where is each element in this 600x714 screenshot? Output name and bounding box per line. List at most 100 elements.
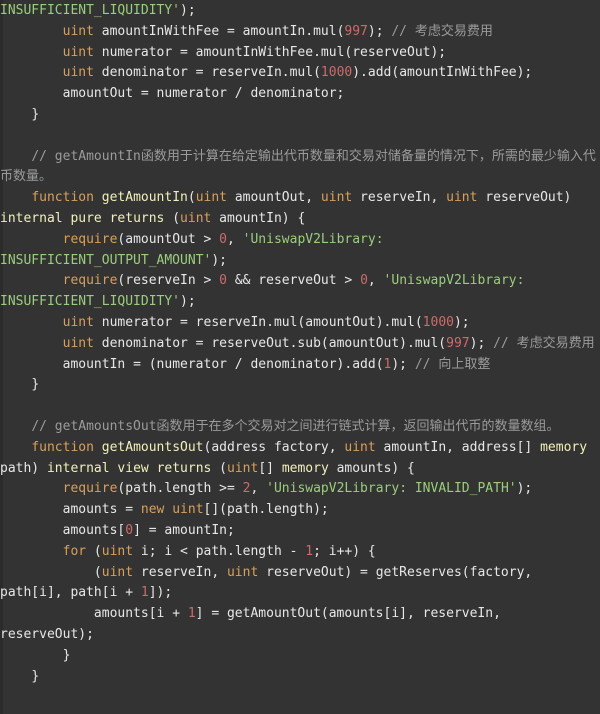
code-line: uint denominator = reserveOut.sub(amount… (0, 334, 600, 355)
code-token-num: 1 (305, 543, 314, 559)
code-token-plain: ); (180, 294, 196, 310)
code-token-mod: pure (70, 210, 102, 226)
code-token-kw: uint (62, 65, 94, 81)
code-token-plain: amounts) { (328, 460, 415, 476)
code-token-kw: for (62, 543, 87, 559)
code-token-plain: amounts = (0, 502, 141, 518)
code-token-plain: denominator = reserveOut.sub(amountOut).… (93, 335, 447, 351)
code-token-num: 1000 (422, 314, 454, 330)
code-token-num: 0 (360, 273, 368, 289)
code-token-kw: uint (62, 314, 94, 330)
code-token-kw: function (31, 190, 94, 206)
code-token-plain: amountInWithFee = amountIn.mul( (93, 23, 345, 39)
code-line: // getAmountIn函数用于计算在给定输出代币数量和交易对储备量的情况下… (0, 147, 600, 189)
code-token-kw: require (62, 481, 118, 497)
code-line: // getAmountsOut函数用于在多个交易对之间进行链式计算，返回输出代… (0, 417, 600, 438)
code-token-plain: , (367, 273, 384, 289)
code-token-cmt: // (493, 335, 517, 351)
code-lines-container[interactable]: INSUFFICIENT_LIQUIDITY'); uint amountInW… (0, 0, 600, 687)
code-token-plain: (amountOut > (117, 231, 220, 247)
code-token-plain: , (250, 481, 267, 497)
code-token-plain: amounts[ (0, 522, 126, 538)
code-token-plain: (reserveIn > (117, 273, 220, 289)
code-token-kw: uint (172, 502, 204, 518)
code-line: amounts[0] = amountIn; (0, 521, 600, 542)
code-token-kw: new (140, 502, 165, 518)
code-line: uint amountInWithFee = amountIn.mul(997)… (0, 22, 600, 43)
code-line: amountIn = (numerator / denominator).add… (0, 355, 600, 376)
code-token-num: 1000 (320, 65, 353, 81)
code-token-plain: } (0, 647, 71, 663)
code-token-plain: ] = amountIn; (133, 522, 235, 538)
code-token-kw: uint (446, 190, 478, 206)
code-token-kw: uint (195, 190, 227, 206)
code-token-plain: ]); (148, 585, 173, 601)
code-line: amounts = new uint[](path.length); (0, 500, 600, 521)
code-token-num: 0 (125, 522, 134, 538)
code-line: require(reserveIn > 0 && reserveOut > 0,… (0, 271, 600, 313)
code-token-str: INSUFFICIENT_LIQUIDITY' (0, 3, 181, 18)
code-token-plain: amountIn, address[] (375, 439, 541, 455)
code-token-cmt-cjk: 考虑交易费用 (516, 335, 595, 351)
code-token-plain: ); (391, 356, 415, 372)
code-token-cmt-cjk: 函数用于在多个交易对之间进行链式计算，返回输出代币的数量数组。 (156, 418, 560, 434)
code-token-mod: returns (109, 210, 165, 226)
code-token-plain: ( (86, 543, 102, 559)
code-token-plain: ( (187, 190, 196, 206)
code-token-num: 997 (446, 335, 470, 351)
code-token-cmt: // (414, 356, 439, 372)
code-token-fn: getAmountIn (101, 190, 188, 206)
code-line: function getAmountsOut(address factory, … (0, 438, 600, 480)
code-token-plain: && reserveOut > (227, 273, 361, 289)
code-token-kw: uint (227, 460, 259, 476)
code-line: function getAmountIn(uint amountOut, uin… (0, 188, 600, 230)
code-token-cmt: // getAmountsOut (0, 418, 157, 434)
code-line: amounts[i + 1] = getAmountOut(amounts[i]… (0, 604, 600, 646)
code-token-kw: uint (320, 190, 353, 206)
code-line: } (0, 667, 600, 688)
code-token-kw: function (31, 439, 94, 455)
code-token-str: 'UniswapV2Library: INVALID_PATH' (266, 481, 517, 497)
code-block[interactable]: INSUFFICIENT_LIQUIDITY'); uint amountInW… (0, 0, 600, 714)
code-token-kw: uint (101, 564, 134, 580)
code-token-num: 1 (187, 606, 196, 622)
code-token-kw: uint (62, 335, 94, 351)
code-token-plain: ); (453, 314, 470, 330)
code-token-cmt-cjk: 向上取整 (438, 356, 491, 372)
code-token-plain: (address factory, (203, 439, 345, 455)
code-token-num: 0 (219, 231, 227, 247)
code-line: } (0, 375, 600, 396)
code-token-plain: ( (211, 460, 228, 476)
code-line: uint numerator = amountInWithFee.mul(res… (0, 43, 600, 64)
code-token-plain: ( (164, 210, 181, 226)
code-token-plain: } (0, 668, 40, 684)
code-token-plain: } (0, 106, 40, 122)
code-token-plain: numerator = amountInWithFee.mul(reserveO… (93, 44, 447, 60)
code-line: (uint reserveIn, uint reserveOut) = getR… (0, 563, 600, 605)
code-token-plain: reserveIn, (133, 564, 227, 580)
code-token-plain: ); (367, 23, 392, 39)
code-token-plain: reserveOut) (477, 190, 580, 206)
code-line: uint numerator = reserveIn.mul(amountOut… (0, 313, 600, 334)
code-token-num: 0 (219, 273, 227, 289)
code-token-kw: require (62, 273, 118, 289)
code-line: require(path.length >= 2, 'UniswapV2Libr… (0, 479, 600, 500)
code-token-plain: ).add(amountInWithFee); (352, 65, 533, 81)
code-line: } (0, 105, 600, 126)
code-token-mod: view (117, 460, 149, 476)
code-token-plain: amountOut, (227, 190, 321, 206)
